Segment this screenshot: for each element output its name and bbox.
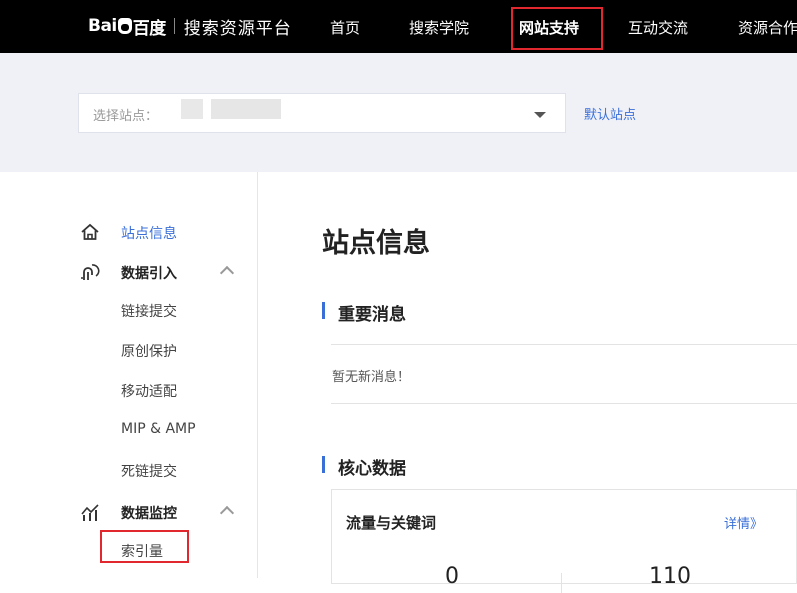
site-select-dropdown[interactable]: 选择站点： <box>78 93 566 133</box>
default-site-link[interactable]: 默认站点 <box>584 104 636 123</box>
chevron-up-icon[interactable] <box>219 505 235 521</box>
details-link[interactable]: 详情》 <box>724 513 763 532</box>
traffic-keywords-card: 流量与关键词 详情》 0 110 <box>331 489 797 593</box>
home-icon <box>81 223 99 240</box>
chevron-up-icon[interactable] <box>219 265 235 281</box>
logo-text-right: 百度 <box>132 18 167 39</box>
nav-home[interactable]: 首页 <box>330 17 360 38</box>
card-title: 流量与关键词 <box>346 514 437 532</box>
platform-name: 搜索资源平台 <box>183 18 292 39</box>
sidebar-group-data-monitor[interactable]: 数据监控 <box>121 503 177 523</box>
blurred-site-name <box>181 99 281 119</box>
sidebar-item-dead-link[interactable]: 死链提交 <box>121 461 177 481</box>
sidebar-group-data-import[interactable]: 数据引入 <box>121 263 177 283</box>
no-message-text: 暂无新消息！ <box>332 370 411 385</box>
page-title: 站点信息 <box>322 228 430 259</box>
divider <box>331 403 797 404</box>
baidu-logo[interactable]: Bai 百度 搜索资源平台 <box>88 13 292 39</box>
highlight-box-nav <box>511 7 603 50</box>
data-import-icon <box>81 264 100 280</box>
divider <box>331 344 797 345</box>
logo-text-left: Bai <box>88 16 117 36</box>
top-navbar: Bai 百度 搜索资源平台 首页 搜索学院 网站支持 互动交流 资源合作 <box>0 0 797 53</box>
nav-academy[interactable]: 搜索学院 <box>409 17 469 38</box>
logo-divider <box>173 18 175 34</box>
nav-community[interactable]: 互动交流 <box>628 17 688 38</box>
sidebar-item-mip-amp[interactable]: MIP & AMP <box>121 421 196 437</box>
card-divider <box>561 573 562 593</box>
sidebar-item-mobile-adapt[interactable]: 移动适配 <box>121 381 177 401</box>
nav-cooperation[interactable]: 资源合作 <box>738 17 797 38</box>
site-select-placeholder: 选择站点： <box>93 109 159 124</box>
section-title-core-data: 核心数据 <box>338 459 406 479</box>
sidebar-item-site-info[interactable]: 站点信息 <box>121 223 177 243</box>
logo-wordmark: Bai 百度 <box>88 14 166 39</box>
sidebar-item-original-protect[interactable]: 原创保护 <box>121 341 177 361</box>
paw-icon <box>117 18 132 34</box>
sidebar-item-link-submit[interactable]: 链接提交 <box>121 301 177 321</box>
card-value-left: 0 <box>445 564 459 589</box>
card-value-right: 110 <box>649 564 691 589</box>
section-title-important: 重要消息 <box>338 305 406 325</box>
section-marker <box>322 302 325 319</box>
section-marker <box>322 456 325 473</box>
highlight-box-index <box>100 530 189 563</box>
caret-down-icon <box>534 112 546 118</box>
data-monitor-icon <box>81 504 99 521</box>
sidebar-divider <box>257 172 258 578</box>
